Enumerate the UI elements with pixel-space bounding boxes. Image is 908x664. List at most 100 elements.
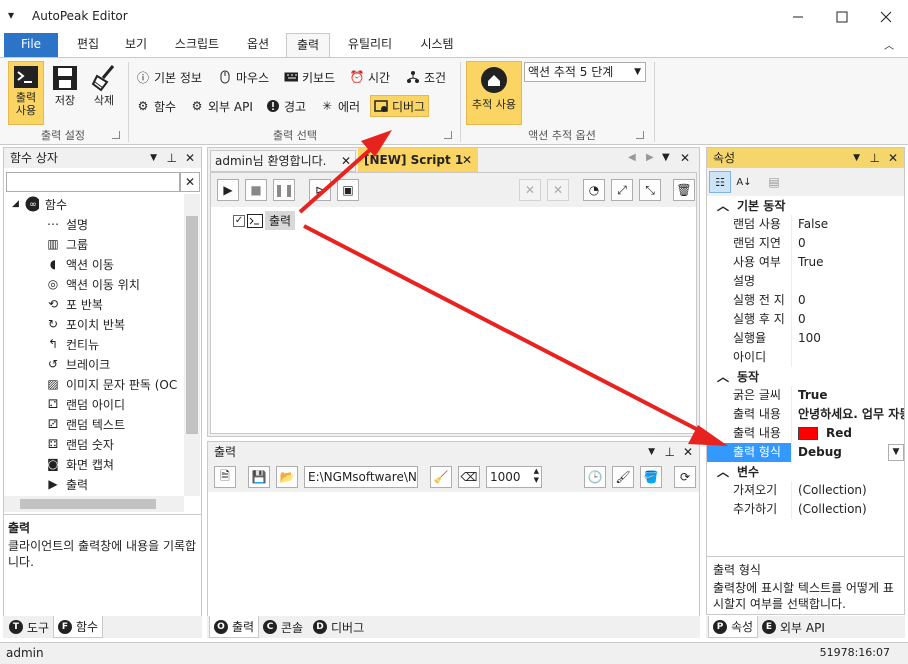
tree-item[interactable]: ⟲ 포 반복 — [4, 294, 184, 314]
tab-script-1[interactable]: [NEW] Script 1 ✕ — [358, 148, 478, 172]
refresh-button[interactable]: ⟳ — [674, 466, 696, 488]
step-button[interactable]: ⊳ — [309, 179, 331, 201]
chevron-down-icon[interactable]: ▼ — [888, 444, 904, 461]
tab-properties[interactable]: P 속성 — [708, 616, 759, 638]
brush-button[interactable]: 🖌 — [612, 466, 634, 488]
tab-file[interactable]: File — [4, 33, 58, 57]
run-selected-button[interactable]: ▣ — [337, 179, 359, 201]
property-pages-button[interactable]: ▤ — [763, 171, 785, 193]
function-search-input[interactable] — [6, 172, 180, 192]
categorized-button[interactable]: ☷ — [709, 171, 731, 193]
tab-welcome[interactable]: admin님 환영합니다. ✕ — [210, 150, 356, 172]
tab-list-icon[interactable]: ▼ — [662, 152, 670, 163]
tree-item[interactable]: ◎ 액션 이동 위치 — [4, 274, 184, 294]
collapse-arrow-icon[interactable]: ︿ — [717, 463, 729, 480]
mouse-button[interactable]: 마우스 — [218, 66, 269, 88]
condition-button[interactable]: 조건 — [406, 66, 446, 88]
category-variables[interactable]: ︿ 변수 — [707, 462, 904, 481]
expand-button[interactable]: ⤢ — [611, 179, 633, 201]
error-button[interactable]: ✳ 에러 — [320, 95, 360, 117]
close-tab-icon[interactable]: ✕ — [341, 151, 351, 171]
tab-output-log[interactable]: O 출력 — [209, 616, 260, 638]
fill-button[interactable]: 🪣 — [640, 466, 662, 488]
pin-icon[interactable]: ⊥ — [870, 148, 880, 168]
property-row[interactable]: 추가하기 (Collection) — [707, 500, 904, 519]
save-button[interactable]: 저장 — [48, 61, 82, 125]
close-icon[interactable]: ✕ — [680, 151, 690, 165]
tab-system[interactable]: 시스템 — [410, 33, 464, 57]
eraser-button[interactable]: ⌫ — [458, 466, 480, 488]
property-row[interactable]: 출력 내용 Red — [707, 424, 904, 443]
vertical-scrollbar[interactable] — [184, 194, 200, 496]
max-lines-stepper[interactable]: 1000 ▲ ▼ — [486, 466, 542, 488]
log-path-input[interactable]: E:\NGMsoftware\NG — [304, 466, 418, 488]
keyboard-button[interactable]: 키보드 — [284, 66, 335, 88]
tracking-use-button[interactable]: 추적 사용 — [466, 61, 522, 125]
tab-debug[interactable]: D 디버그 — [309, 616, 368, 638]
close-icon[interactable]: ✕ — [888, 148, 898, 168]
tab-scroll-left-icon[interactable]: ◀ — [628, 152, 636, 163]
close-icon[interactable]: ✕ — [185, 148, 195, 168]
pin-icon[interactable]: ⊥ — [665, 442, 675, 462]
tree-root-functions[interactable]: ◢ ∞ 함수 — [4, 194, 184, 214]
panel-dropdown-icon[interactable]: ▼ — [648, 442, 655, 462]
tab-console[interactable]: C 콘솔 — [259, 616, 307, 638]
tracking-level-select[interactable]: 액션 추적 5 단계 ▼ — [524, 62, 646, 82]
clean-button[interactable]: 🧹 — [430, 466, 452, 488]
close-icon[interactable]: ✕ — [683, 442, 693, 462]
tree-item[interactable]: ▶ 출력 — [4, 474, 184, 494]
disabled-button-1[interactable]: ✕ — [519, 179, 541, 201]
collapse-arrow-icon[interactable]: ︿ — [717, 197, 729, 214]
panel-dropdown-icon[interactable]: ▼ — [853, 148, 860, 168]
tree-item[interactable]: ⋯ 설명 — [4, 214, 184, 234]
property-row[interactable]: 출력 형식 Debug ▼ — [707, 443, 904, 462]
tree-item[interactable]: ◖ 액션 이동 — [4, 254, 184, 274]
property-row[interactable]: 출력 내용 안녕하세요. 업무 자동 — [707, 405, 904, 424]
tab-external-api[interactable]: E 외부 API — [758, 616, 829, 638]
alphabetical-button[interactable]: A↓ — [733, 171, 755, 193]
property-row[interactable]: 굵은 글씨 True — [707, 386, 904, 405]
tree-item[interactable]: ◙ 화면 캡쳐 — [4, 454, 184, 474]
property-row[interactable]: 랜덤 지연 0 — [707, 234, 904, 253]
horizontal-scrollbar[interactable] — [4, 496, 184, 512]
tree-item[interactable]: ⚂ 랜덤 텍스트 — [4, 414, 184, 434]
minimize-button[interactable] — [776, 0, 820, 33]
tab-scroll-right-icon[interactable]: ▶ — [646, 152, 654, 163]
pause-button[interactable]: ❚❚ — [273, 179, 295, 201]
clear-search-icon[interactable]: ✕ — [180, 172, 200, 192]
tab-tools[interactable]: T 도구 — [5, 616, 53, 638]
property-row[interactable]: 실행율 100 — [707, 329, 904, 348]
scroll-thumb[interactable] — [186, 216, 198, 434]
property-row[interactable]: 랜덤 사용 False — [707, 215, 904, 234]
close-button[interactable] — [864, 0, 908, 33]
property-row[interactable]: 설명 — [707, 272, 904, 291]
group-launcher-output-settings[interactable] — [112, 131, 120, 139]
collapse-arrow-icon[interactable]: ︿ — [717, 368, 729, 385]
tree-item[interactable]: ↺ 브레이크 — [4, 354, 184, 374]
property-row[interactable]: 가져오기 (Collection) — [707, 481, 904, 500]
output-format-select[interactable]: Debug ▼ — [791, 443, 904, 462]
group-launcher-output-select[interactable] — [444, 131, 452, 139]
tab-functions[interactable]: F 함수 — [53, 616, 104, 638]
tab-options[interactable]: 옵션 — [236, 33, 280, 57]
property-row[interactable]: 아이디 — [707, 348, 904, 367]
delete-node-button[interactable]: 🗑 — [673, 179, 695, 201]
output-log-area[interactable] — [210, 492, 697, 616]
tree-item[interactable]: ↻ 포이치 반복 — [4, 314, 184, 334]
save-log-button[interactable]: 💾 — [248, 466, 270, 488]
property-row[interactable]: 사용 여부 True — [707, 253, 904, 272]
run-button[interactable]: ▶ — [217, 179, 239, 201]
timestamp-button[interactable]: 🕒 — [584, 466, 606, 488]
tab-view[interactable]: 보기 — [114, 33, 158, 57]
panel-dropdown-icon[interactable]: ▼ — [150, 148, 157, 168]
new-log-button[interactable]: 🗎 — [214, 466, 236, 488]
warning-button[interactable]: 경고 — [266, 95, 306, 117]
category-action[interactable]: ︿ 동작 — [707, 367, 904, 386]
external-api-button[interactable]: ⚙ 외부 API — [190, 95, 253, 117]
maximize-button[interactable] — [820, 0, 864, 33]
close-tab-icon[interactable]: ✕ — [462, 148, 472, 172]
group-launcher-tracking[interactable] — [636, 131, 644, 139]
property-row[interactable]: 실행 후 지0 — [707, 310, 904, 329]
category-basic[interactable]: ︿ 기본 동작 — [707, 196, 904, 215]
tab-script[interactable]: 스크립트 — [164, 33, 230, 57]
